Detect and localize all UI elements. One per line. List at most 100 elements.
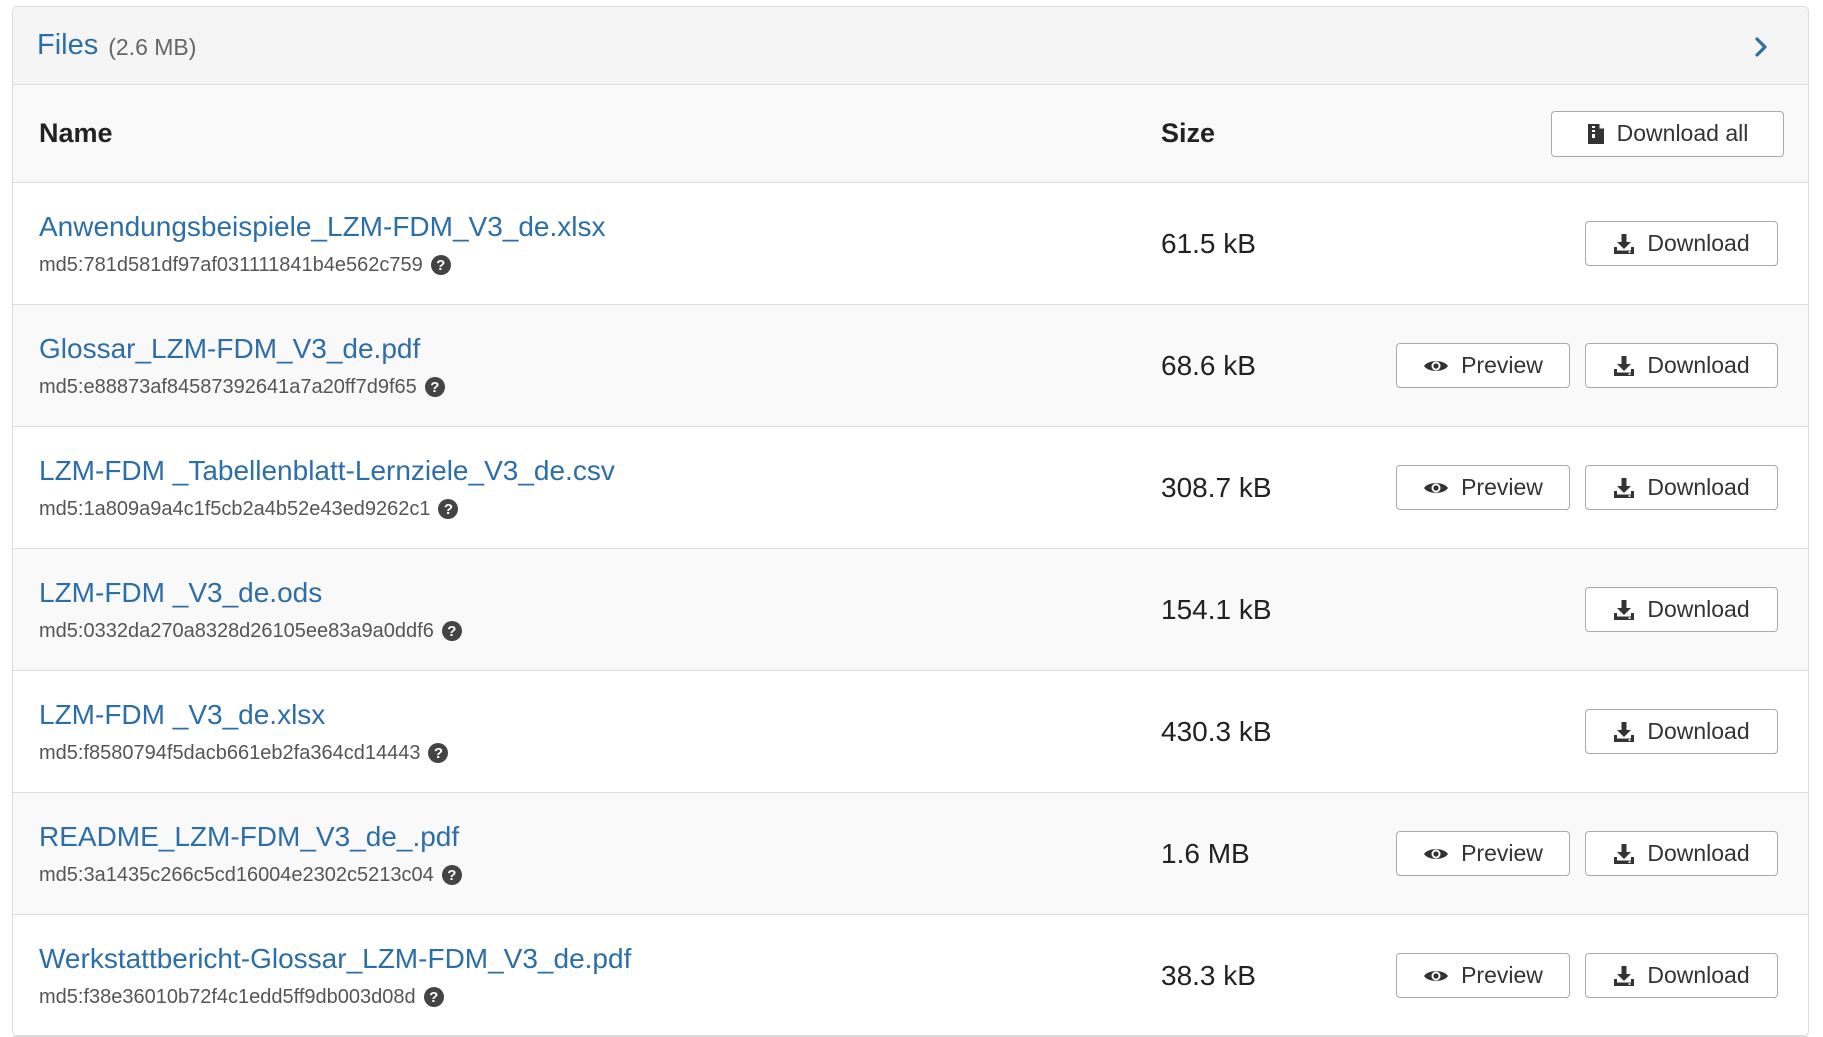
file-actions: Preview Download (1396, 953, 1778, 998)
download-icon (1613, 721, 1635, 743)
file-actions: Preview Download (1396, 831, 1778, 876)
file-actions: Preview Download (1396, 343, 1778, 388)
file-row: Werkstattbericht-Glossar_LZM-FDM_V3_de.p… (13, 915, 1808, 1037)
download-icon (1613, 843, 1635, 865)
file-name-link[interactable]: Anwendungsbeispiele_LZM-FDM_V3_de.xlsx (39, 210, 606, 244)
file-size: 154.1 kB (1161, 593, 1272, 625)
file-row: LZM-FDM _V3_de.ods md5:0332da270a8328d26… (13, 549, 1808, 671)
eye-icon (1423, 358, 1449, 374)
column-header-size: Size (1161, 118, 1216, 148)
md5-text: md5:781d581df97af031111841b4e562c759 (39, 253, 423, 276)
file-list: Anwendungsbeispiele_LZM-FDM_V3_de.xlsx m… (13, 183, 1808, 1037)
file-checksum: md5:e88873af84587392641a7a20ff7d9f65 ? (39, 376, 445, 399)
file-checksum: md5:781d581df97af031111841b4e562c759 ? (39, 254, 606, 277)
file-checksum: md5:f8580794f5dacb661eb2fa364cd14443 ? (39, 741, 449, 765)
preview-button[interactable]: Preview (1396, 343, 1570, 388)
download-button[interactable]: Download (1585, 953, 1778, 998)
preview-label: Preview (1461, 352, 1543, 378)
file-info: Werkstattbericht-Glossar_LZM-FDM_V3_de.p… (39, 942, 631, 1009)
file-checksum: md5:1a809a9a4c1f5cb2a4b52e43ed9262c1 ? (39, 498, 615, 521)
eye-icon (1423, 480, 1449, 496)
file-row: Anwendungsbeispiele_LZM-FDM_V3_de.xlsx m… (13, 183, 1808, 305)
download-icon (1613, 233, 1635, 255)
file-name-link[interactable]: LZM-FDM _Tabellenblatt-Lernziele_V3_de.c… (39, 454, 615, 488)
file-info: Glossar_LZM-FDM_V3_de.pdf md5:e88873af84… (39, 332, 445, 399)
file-info: LZM-FDM _V3_de.xlsx md5:f8580794f5dacb66… (39, 698, 449, 765)
eye-icon (1423, 968, 1449, 984)
column-header-name: Name (39, 118, 113, 148)
download-label: Download (1647, 718, 1750, 744)
preview-label: Preview (1461, 962, 1543, 988)
download-button[interactable]: Download (1585, 831, 1778, 876)
download-icon (1613, 477, 1635, 499)
download-label: Download (1647, 230, 1750, 256)
download-all-button[interactable]: Download all (1551, 110, 1784, 157)
file-info: README_LZM-FDM_V3_de_.pdf md5:3a1435c266… (39, 820, 462, 887)
download-icon (1613, 355, 1635, 377)
preview-button[interactable]: Preview (1396, 953, 1570, 998)
download-icon (1613, 965, 1635, 987)
help-icon[interactable]: ? (430, 255, 451, 276)
file-actions: Download (1585, 709, 1778, 754)
help-icon[interactable]: ? (438, 499, 459, 520)
file-row: LZM-FDM _V3_de.xlsx md5:f8580794f5dacb66… (13, 671, 1808, 793)
file-info: LZM-FDM _V3_de.ods md5:0332da270a8328d26… (39, 576, 462, 643)
preview-label: Preview (1461, 474, 1543, 500)
chevron-right-icon[interactable] (1754, 37, 1768, 57)
preview-button[interactable]: Preview (1396, 831, 1570, 876)
files-panel: Files (2.6 MB) Name Size Download all An… (12, 6, 1809, 1037)
table-header-row: Name Size Download all (13, 85, 1808, 183)
download-label: Download (1647, 474, 1750, 500)
help-icon[interactable]: ? (441, 621, 462, 642)
file-size: 38.3 kB (1161, 959, 1256, 991)
download-label: Download (1647, 962, 1750, 988)
file-size: 308.7 kB (1161, 471, 1272, 503)
download-label: Download (1647, 596, 1750, 622)
eye-icon (1423, 846, 1449, 862)
file-size: 61.5 kB (1161, 227, 1256, 259)
download-button[interactable]: Download (1585, 343, 1778, 388)
file-size: 68.6 kB (1161, 349, 1256, 381)
md5-text: md5:f38e36010b72f4c1edd5ff9db003d08d (39, 985, 416, 1008)
file-row: Glossar_LZM-FDM_V3_de.pdf md5:e88873af84… (13, 305, 1808, 427)
help-icon[interactable]: ? (428, 743, 449, 764)
file-info: Anwendungsbeispiele_LZM-FDM_V3_de.xlsx m… (39, 210, 606, 277)
file-actions: Download (1585, 221, 1778, 266)
md5-text: md5:f8580794f5dacb661eb2fa364cd14443 (39, 741, 421, 764)
download-button[interactable]: Download (1585, 221, 1778, 266)
file-name-link[interactable]: LZM-FDM _V3_de.ods (39, 576, 462, 610)
download-button[interactable]: Download (1585, 709, 1778, 754)
help-icon[interactable]: ? (423, 987, 444, 1008)
file-name-link[interactable]: README_LZM-FDM_V3_de_.pdf (39, 820, 462, 854)
download-all-label: Download all (1616, 120, 1749, 146)
file-checksum: md5:3a1435c266c5cd16004e2302c5213c04 ? (39, 864, 462, 887)
file-actions: Preview Download (1396, 465, 1778, 510)
file-name-link[interactable]: LZM-FDM _V3_de.xlsx (39, 698, 448, 732)
file-size: 430.3 kB (1161, 715, 1272, 747)
file-name-link[interactable]: Glossar_LZM-FDM_V3_de.pdf (39, 332, 445, 366)
download-label: Download (1647, 352, 1750, 378)
download-label: Download (1647, 840, 1750, 866)
md5-text: md5:0332da270a8328d26105ee83a9a0ddf6 (39, 619, 434, 642)
file-checksum: md5:f38e36010b72f4c1edd5ff9db003d08d ? (39, 986, 631, 1009)
md5-text: md5:3a1435c266c5cd16004e2302c5213c04 (39, 863, 434, 886)
download-button[interactable]: Download (1585, 587, 1778, 632)
archive-file-icon (1587, 123, 1605, 145)
files-panel-header[interactable]: Files (2.6 MB) (13, 7, 1808, 85)
file-row: LZM-FDM _Tabellenblatt-Lernziele_V3_de.c… (13, 427, 1808, 549)
md5-text: md5:1a809a9a4c1f5cb2a4b52e43ed9262c1 (39, 497, 431, 520)
file-actions: Download (1585, 587, 1778, 632)
download-button[interactable]: Download (1585, 465, 1778, 510)
files-total-size: (2.6 MB) (108, 34, 197, 60)
download-icon (1613, 599, 1635, 621)
file-size: 1.6 MB (1161, 837, 1250, 869)
help-icon[interactable]: ? (424, 377, 445, 398)
file-info: LZM-FDM _Tabellenblatt-Lernziele_V3_de.c… (39, 454, 615, 521)
file-checksum: md5:0332da270a8328d26105ee83a9a0ddf6 ? (39, 620, 462, 643)
md5-text: md5:e88873af84587392641a7a20ff7d9f65 (39, 375, 417, 398)
file-name-link[interactable]: Werkstattbericht-Glossar_LZM-FDM_V3_de.p… (39, 942, 631, 976)
file-row: README_LZM-FDM_V3_de_.pdf md5:3a1435c266… (13, 793, 1808, 915)
preview-button[interactable]: Preview (1396, 465, 1570, 510)
help-icon[interactable]: ? (441, 865, 462, 886)
files-panel-title[interactable]: Files (37, 29, 98, 62)
